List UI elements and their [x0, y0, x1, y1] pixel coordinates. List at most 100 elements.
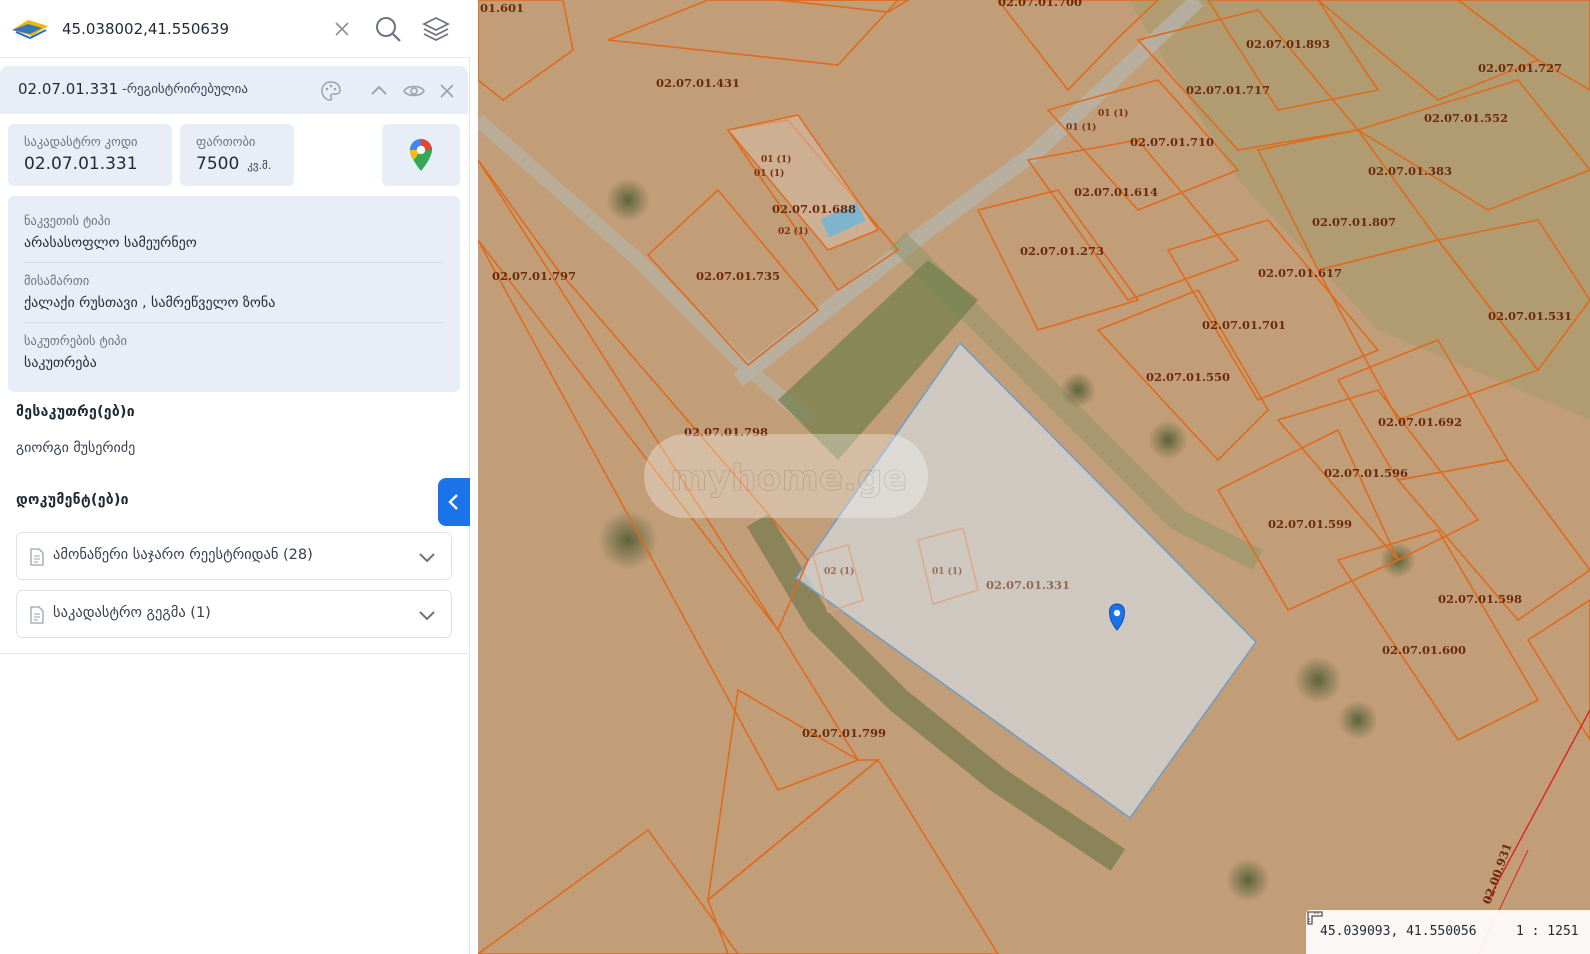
- parcel-label: 02.07.01.552: [1424, 111, 1508, 125]
- chevron-down-icon: [419, 553, 435, 563]
- close-panel-button[interactable]: [434, 78, 460, 104]
- layers-button[interactable]: [421, 14, 451, 44]
- clear-search-button[interactable]: [327, 14, 357, 44]
- area-number: 7500: [196, 154, 240, 174]
- tree: [1294, 656, 1342, 704]
- parcel-info-panel: 02.07.01.331 -რეგისტრირებულია საკადასტრო…: [0, 62, 468, 654]
- parcel-label: 02.07.01.617: [1258, 266, 1342, 280]
- app-root: 01.601 02.07.01.700 02.07.01.431 02.07.0…: [0, 0, 1590, 954]
- cadastral-code-label: საკადასტრო კოდი: [24, 134, 138, 149]
- parcel-label: 02.07.01.807: [1312, 215, 1396, 229]
- parcel-label: 02.07.01.688: [772, 202, 856, 216]
- area-label: ფართობი: [196, 134, 256, 149]
- ownership-type-row: საკუთრების ტიპი საკუთრება: [8, 316, 460, 376]
- document-label: საკადასტრო გეგმა (1): [53, 605, 211, 621]
- parcel-label: 02.07.01.735: [696, 269, 780, 283]
- parcel-label: 02.07.01.700: [998, 0, 1082, 9]
- parcel-label: 02.07.01.550: [1146, 370, 1230, 384]
- parcel-label: 02.07.01.599: [1268, 517, 1352, 531]
- map-view[interactable]: 01.601 02.07.01.700 02.07.01.431 02.07.0…: [478, 0, 1590, 954]
- tree: [1060, 372, 1096, 408]
- parcel-label: 02.07.01.598: [1438, 592, 1522, 606]
- registration-status: -რეგისტრირებულია: [122, 82, 248, 97]
- detail-label: მისამართი: [24, 273, 90, 288]
- tree: [1226, 858, 1270, 902]
- owners-title: მესაკუთრე(ებ)ი: [16, 404, 135, 420]
- parcel-label: 02.07.01.797: [492, 269, 576, 283]
- building-label: 01 (1): [761, 154, 791, 165]
- chevron-left-icon: [448, 494, 458, 510]
- chevron-up-icon: [371, 85, 387, 95]
- parcel-label: 02.07.01.717: [1186, 83, 1270, 97]
- search-icon: [376, 17, 401, 42]
- palette-icon: [321, 81, 341, 101]
- area-card: ფართობი 7500 კვ.მ.: [180, 124, 294, 186]
- collapse-sidebar-button[interactable]: [438, 478, 470, 526]
- detail-value: საკუთრება: [24, 355, 97, 371]
- owner-name: გიორგი მუსერიძე: [16, 440, 136, 456]
- parcel-type-row: ნაკვეთის ტიპი არასასოფლო სამეურნეო: [8, 196, 460, 256]
- collapse-panel-button[interactable]: [366, 78, 392, 104]
- area-unit: კვ.მ.: [247, 159, 272, 172]
- map-status-bar: 45.039093, 41.550056 1 : 1251: [1306, 910, 1590, 954]
- parcel-label: 02.07.01.383: [1368, 164, 1452, 178]
- detail-value: არასასოფლო სამეურნეო: [24, 235, 197, 251]
- parcel-label: 02.07.01.727: [1478, 61, 1562, 75]
- building-label: 01 (1): [1098, 108, 1128, 119]
- parcel-details: ნაკვეთის ტიპი არასასოფლო სამეურნეო მისამ…: [8, 196, 460, 392]
- building-label: 01 (1): [754, 168, 784, 179]
- detail-label: ნაკვეთის ტიპი: [24, 213, 111, 228]
- detail-value: ქალაქი რუსთავი , სამრეწველო ზონა: [24, 295, 276, 311]
- detail-label: საკუთრების ტიპი: [24, 333, 128, 348]
- parcel-label: 02.07.01.799: [802, 726, 886, 740]
- map-scale: 1 : 1251: [1516, 924, 1579, 939]
- cadastral-code-card: საკადასტრო კოდი 02.07.01.331: [8, 124, 172, 186]
- eye-icon: [403, 85, 425, 97]
- watermark: myhome.ge: [644, 434, 928, 518]
- parcel-label: 02.07.01.614: [1074, 185, 1158, 199]
- search-button[interactable]: [373, 14, 403, 44]
- parcel-label: 02.07.01.273: [1020, 244, 1104, 258]
- ruler-icon[interactable]: [1306, 910, 1324, 926]
- tree: [1148, 420, 1188, 460]
- document-icon: [30, 548, 44, 566]
- building-label: 02 (1): [824, 566, 854, 577]
- search-bar: [0, 0, 470, 58]
- parcel-label: 02.07.01.596: [1324, 466, 1408, 480]
- map-canvas[interactable]: 01.601 02.07.01.700 02.07.01.431 02.07.0…: [478, 0, 1590, 954]
- document-item[interactable]: ამონაწერი საჯარო რეესტრიდან (28): [16, 532, 452, 580]
- document-icon: [30, 606, 44, 624]
- chevron-down-icon: [419, 611, 435, 621]
- google-maps-icon: [410, 139, 432, 171]
- layers-icon: [422, 17, 450, 41]
- parcel-label: 02.07.01.701: [1202, 318, 1286, 332]
- panel-parcel-code: 02.07.01.331: [18, 80, 119, 98]
- cursor-coordinates: 45.039093, 41.550056: [1320, 924, 1477, 939]
- parcel-label: 02.07.01.692: [1378, 415, 1462, 429]
- document-item[interactable]: საკადასტრო გეგმა (1): [16, 590, 452, 638]
- parcel-label: 02.07.01.431: [656, 76, 740, 90]
- tree: [1338, 700, 1378, 740]
- building-label: 01 (1): [932, 566, 962, 577]
- toggle-visibility-button[interactable]: [401, 78, 427, 104]
- area-value: 7500 კვ.მ.: [196, 154, 271, 174]
- search-input[interactable]: [62, 14, 322, 44]
- google-maps-button[interactable]: [382, 124, 460, 186]
- close-icon: [440, 84, 454, 98]
- close-icon: [335, 22, 349, 36]
- watermark-text: myhome.ge: [670, 458, 907, 499]
- napr-logo-icon: [12, 20, 48, 40]
- tree: [606, 178, 650, 222]
- sidebar: 02.07.01.331 -რეგისტრირებულია: [0, 0, 470, 954]
- address-row: მისამართი ქალაქი რუსთავი , სამრეწველო ზო…: [8, 256, 460, 316]
- parcel-label: 02.07.01.600: [1382, 643, 1466, 657]
- parcel-label: 02.07.01.893: [1246, 37, 1330, 51]
- parcel-label: 02.07.01.531: [1488, 309, 1572, 323]
- parcel-label: 02.07.01.710: [1130, 135, 1214, 149]
- style-button[interactable]: [318, 78, 344, 104]
- panel-header: 02.07.01.331 -რეგისტრირებულია: [0, 66, 468, 114]
- document-label: ამონაწერი საჯარო რეესტრიდან (28): [53, 547, 313, 563]
- selected-parcel-label: 02.07.01.331: [986, 578, 1070, 592]
- documents-title: დოკუმენტ(ებ)ი: [16, 492, 129, 508]
- parcel-label: 01.601: [480, 1, 524, 15]
